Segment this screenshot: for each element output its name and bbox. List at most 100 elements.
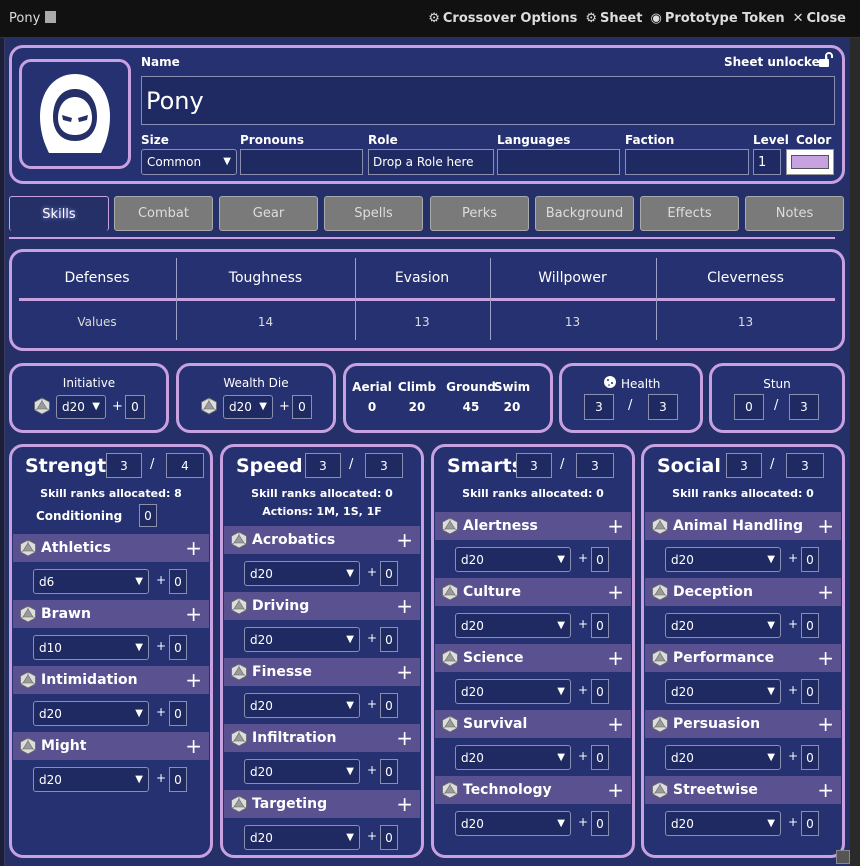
skill-bonus-input[interactable]: 0 (591, 745, 609, 770)
skill-die-select[interactable]: d20 ▼ (455, 811, 571, 836)
role-input[interactable]: Drop a Role here (368, 149, 494, 175)
skill-die-select[interactable]: d20 ▼ (665, 745, 781, 770)
skill-row-deception[interactable]: Deception + (645, 578, 841, 606)
skill-bonus-input[interactable]: 0 (380, 825, 398, 850)
d20-icon[interactable] (441, 517, 459, 535)
conditioning-input[interactable]: 0 (139, 504, 157, 527)
add-icon[interactable]: + (607, 712, 624, 736)
skill-row-technology[interactable]: Technology + (435, 776, 631, 804)
skill-row-acrobatics[interactable]: Acrobatics + (224, 526, 420, 554)
d20-icon[interactable] (651, 517, 669, 535)
attribute-value-input[interactable]: 3 (106, 453, 142, 478)
skill-bonus-input[interactable]: 0 (591, 613, 609, 638)
d20-icon[interactable] (441, 715, 459, 733)
tab-combat[interactable]: Combat (114, 196, 213, 231)
color-picker[interactable] (786, 149, 834, 175)
skill-row-streetwise[interactable]: Streetwise + (645, 776, 841, 804)
portrait[interactable] (19, 59, 131, 169)
skill-row-athletics[interactable]: Athletics + (13, 534, 209, 562)
skill-bonus-input[interactable]: 0 (380, 759, 398, 784)
skill-row-intimidation[interactable]: Intimidation + (13, 666, 209, 694)
attribute-max-input[interactable]: 3 (786, 453, 824, 478)
skill-bonus-input[interactable]: 0 (591, 547, 609, 572)
add-icon[interactable]: + (607, 514, 624, 538)
skill-bonus-input[interactable]: 0 (801, 679, 819, 704)
skill-die-select[interactable]: d20 ▼ (244, 825, 360, 850)
d20-icon[interactable] (651, 781, 669, 799)
add-icon[interactable]: + (396, 660, 413, 684)
add-icon[interactable]: + (396, 792, 413, 816)
d20-icon[interactable] (441, 583, 459, 601)
size-select[interactable]: Common ▼ (141, 149, 237, 175)
close-button[interactable]: ✕ Close (793, 11, 846, 26)
skill-bonus-input[interactable]: 0 (380, 693, 398, 718)
tab-perks[interactable]: Perks (430, 196, 529, 231)
add-icon[interactable]: + (817, 514, 834, 538)
skill-die-select[interactable]: d20 ▼ (455, 547, 571, 572)
d20-icon[interactable] (19, 539, 37, 557)
add-icon[interactable]: + (396, 594, 413, 618)
d20-icon[interactable] (230, 531, 248, 549)
d20-icon[interactable] (651, 649, 669, 667)
skill-bonus-input[interactable]: 0 (801, 547, 819, 572)
skill-row-finesse[interactable]: Finesse + (224, 658, 420, 686)
tab-background[interactable]: Background (535, 196, 634, 231)
skill-bonus-input[interactable]: 0 (380, 627, 398, 652)
skill-die-select[interactable]: d20 ▼ (455, 613, 571, 638)
skill-bonus-input[interactable]: 0 (801, 745, 819, 770)
skill-die-select[interactable]: d20 ▼ (33, 767, 149, 792)
skill-bonus-input[interactable]: 0 (380, 561, 398, 586)
skill-bonus-input[interactable]: 0 (169, 635, 187, 660)
faction-input[interactable] (625, 149, 749, 175)
d20-icon[interactable] (230, 729, 248, 747)
add-icon[interactable]: + (396, 726, 413, 750)
d20-icon[interactable] (651, 715, 669, 733)
skill-bonus-input[interactable]: 0 (169, 569, 187, 594)
skill-bonus-input[interactable]: 0 (169, 767, 187, 792)
skill-bonus-input[interactable]: 0 (801, 613, 819, 638)
attribute-value-input[interactable]: 3 (516, 453, 552, 478)
tab-skills[interactable]: Skills (9, 196, 109, 231)
skill-row-persuasion[interactable]: Persuasion + (645, 710, 841, 738)
d20-icon[interactable] (19, 737, 37, 755)
d20-icon[interactable] (33, 397, 51, 415)
sheet-button[interactable]: ⚙ Sheet (585, 11, 642, 26)
add-icon[interactable]: + (607, 646, 624, 670)
tab-spells[interactable]: Spells (324, 196, 423, 231)
attribute-max-input[interactable]: 3 (576, 453, 614, 478)
name-input[interactable]: Pony (141, 76, 835, 125)
d20-icon[interactable] (19, 671, 37, 689)
tab-notes[interactable]: Notes (745, 196, 844, 231)
wealth-die-select[interactable]: d20 ▼ (223, 395, 273, 419)
d20-icon[interactable] (230, 597, 248, 615)
pronouns-input[interactable] (240, 149, 363, 175)
skill-die-select[interactable]: d20 ▼ (665, 811, 781, 836)
d20-icon[interactable] (200, 397, 218, 415)
skill-bonus-input[interactable]: 0 (169, 701, 187, 726)
d20-icon[interactable] (651, 583, 669, 601)
skill-die-select[interactable]: d20 ▼ (455, 745, 571, 770)
skill-die-select[interactable]: d20 ▼ (244, 759, 360, 784)
d20-icon[interactable] (230, 795, 248, 813)
add-icon[interactable]: + (185, 668, 202, 692)
skill-die-select[interactable]: d20 ▼ (244, 627, 360, 652)
skill-row-science[interactable]: Science + (435, 644, 631, 672)
skill-die-select[interactable]: d20 ▼ (455, 679, 571, 704)
tab-effects[interactable]: Effects (640, 196, 739, 231)
skill-bonus-input[interactable]: 0 (591, 811, 609, 836)
initiative-die-select[interactable]: d20 ▼ (56, 395, 106, 419)
initiative-bonus-input[interactable]: 0 (125, 395, 145, 419)
skill-bonus-input[interactable]: 0 (801, 811, 819, 836)
skill-row-might[interactable]: Might + (13, 732, 209, 760)
d20-icon[interactable] (441, 649, 459, 667)
d20-icon[interactable] (230, 663, 248, 681)
add-icon[interactable]: + (817, 712, 834, 736)
skill-die-select[interactable]: d10 ▼ (33, 635, 149, 660)
d20-icon[interactable] (441, 781, 459, 799)
skill-row-infiltration[interactable]: Infiltration + (224, 724, 420, 752)
add-icon[interactable]: + (185, 536, 202, 560)
skill-die-select[interactable]: d20 ▼ (33, 701, 149, 726)
skill-row-performance[interactable]: Performance + (645, 644, 841, 672)
add-icon[interactable]: + (817, 580, 834, 604)
skill-row-culture[interactable]: Culture + (435, 578, 631, 606)
